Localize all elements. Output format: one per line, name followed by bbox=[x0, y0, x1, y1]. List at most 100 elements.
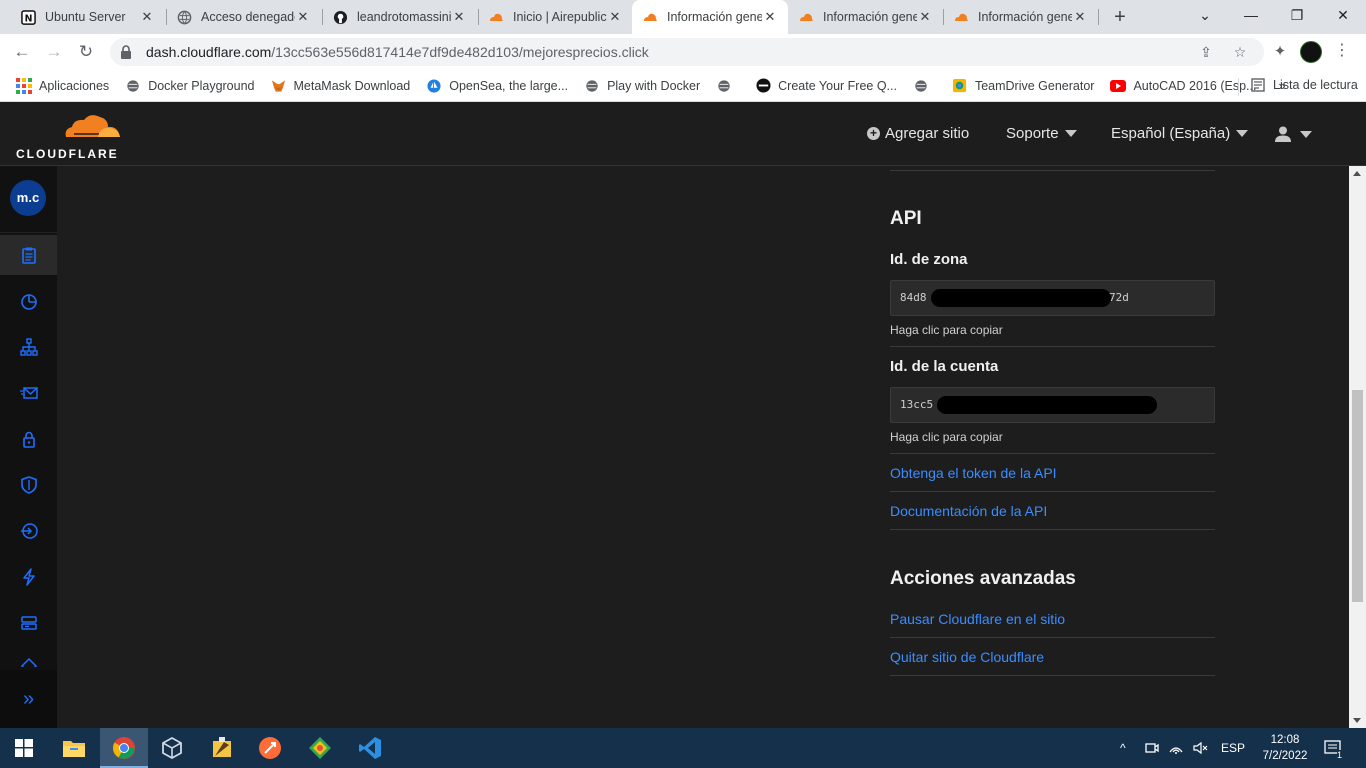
pause-cloudflare-link[interactable]: Pausar Cloudflare en el sitio bbox=[890, 611, 1065, 627]
bookmark-item[interactable]: Create Your Free Q... bbox=[755, 78, 897, 94]
close-icon[interactable]: ✕ bbox=[295, 9, 311, 25]
bookmark-item[interactable] bbox=[716, 78, 739, 94]
sidebar-item-dns[interactable] bbox=[0, 327, 57, 367]
sidebar-item-workers[interactable] bbox=[0, 649, 57, 669]
remove-site-link[interactable]: Quitar sitio de Cloudflare bbox=[890, 649, 1044, 665]
taskbar-app-paint[interactable] bbox=[198, 728, 246, 768]
server-stack-icon bbox=[20, 616, 37, 630]
sidebar-item-access[interactable] bbox=[0, 511, 57, 551]
api-docs-link[interactable]: Documentación de la API bbox=[890, 503, 1047, 519]
globe-icon bbox=[176, 9, 192, 25]
restore-button[interactable]: ❐ bbox=[1274, 0, 1320, 30]
forward-button[interactable]: → bbox=[42, 40, 66, 64]
add-site-button[interactable]: + Agregar sitio bbox=[867, 125, 969, 142]
sidebar-item-overview[interactable] bbox=[0, 235, 57, 275]
tab-search-icon[interactable]: ⌄ bbox=[1182, 0, 1228, 30]
bookmarks-bar: Aplicaciones Docker Playground MetaMask … bbox=[0, 70, 1366, 102]
tray-chevron-up-icon[interactable]: ^ bbox=[1120, 728, 1126, 768]
bookmark-label: Create Your Free Q... bbox=[778, 78, 897, 93]
sidebar-item-email[interactable] bbox=[0, 373, 57, 413]
taskbar-virtualbox[interactable] bbox=[148, 728, 196, 768]
share-icon[interactable]: ⇪ bbox=[1196, 42, 1216, 62]
browser-tab[interactable]: N Ubuntu Server ✕ bbox=[10, 0, 165, 34]
minimize-button[interactable]: — bbox=[1228, 0, 1274, 30]
bookmark-apps[interactable]: Aplicaciones bbox=[16, 77, 109, 94]
close-icon[interactable]: ✕ bbox=[451, 9, 467, 25]
bookmark-item[interactable]: OpenSea, the large... bbox=[426, 78, 568, 94]
language-dropdown[interactable]: Español (España) bbox=[1111, 125, 1249, 142]
bookmark-item[interactable] bbox=[913, 78, 936, 94]
bookmark-star-icon[interactable]: ☆ bbox=[1230, 42, 1250, 62]
browser-tab[interactable]: Acceso denegado ✕ bbox=[166, 0, 321, 34]
taskbar-file-explorer[interactable] bbox=[50, 728, 98, 768]
bookmark-item[interactable]: MetaMask Download bbox=[271, 78, 410, 94]
close-icon[interactable]: ✕ bbox=[917, 9, 933, 25]
browser-tab[interactable]: Información gene ✕ bbox=[943, 0, 1098, 34]
windows-taskbar: ^ ESP 12:08 7/2/2022 1 bbox=[0, 728, 1366, 768]
sidebar-item-security[interactable] bbox=[0, 465, 57, 505]
globe-icon bbox=[125, 78, 141, 94]
scroll-up-icon[interactable] bbox=[1353, 171, 1361, 176]
scroll-down-icon[interactable] bbox=[1353, 718, 1361, 723]
bookmark-item[interactable]: Docker Playground bbox=[125, 78, 255, 94]
menu-icon[interactable]: ⋮ bbox=[1334, 40, 1350, 60]
taskbar-chrome[interactable] bbox=[100, 728, 148, 768]
bookmark-item[interactable]: AutoCAD 2016 (Esp... bbox=[1110, 78, 1256, 94]
browser-tab[interactable]: Inicio | Airepublic ✕ bbox=[478, 0, 633, 34]
postman-icon bbox=[259, 737, 281, 759]
close-icon[interactable]: ✕ bbox=[139, 9, 155, 25]
get-api-token-link[interactable]: Obtenga el token de la API bbox=[890, 465, 1057, 481]
chrome-icon bbox=[113, 737, 135, 759]
sidebar-item-ssl[interactable] bbox=[0, 419, 57, 459]
bookmark-label: TeamDrive Generator bbox=[974, 78, 1095, 93]
cloudflare-icon bbox=[642, 9, 658, 25]
account-id-field[interactable]: 13cc5 bbox=[890, 387, 1215, 423]
browser-tab-strip: N Ubuntu Server ✕ Acceso denegado ✕ lean… bbox=[0, 0, 1366, 34]
close-icon[interactable]: ✕ bbox=[607, 9, 623, 25]
page-scrollbar[interactable] bbox=[1349, 166, 1366, 728]
teamdrive-icon bbox=[952, 78, 968, 94]
sidebar-item-analytics[interactable] bbox=[0, 281, 57, 321]
close-icon[interactable]: ✕ bbox=[762, 9, 778, 25]
reading-list-button[interactable]: Lista de lectura bbox=[1250, 77, 1358, 93]
tray-wifi-icon[interactable] bbox=[1168, 728, 1184, 768]
vscode-icon bbox=[359, 737, 381, 759]
account-id-prefix: 13cc5 bbox=[900, 398, 934, 411]
expand-sidebar-button[interactable]: » bbox=[0, 670, 57, 728]
support-dropdown[interactable]: Soporte bbox=[1006, 125, 1077, 142]
window-close-button[interactable]: ✕ bbox=[1320, 0, 1366, 30]
taskbar-gitkraken[interactable] bbox=[296, 728, 344, 768]
notifications-button[interactable]: 1 bbox=[1324, 728, 1344, 768]
bookmark-item[interactable]: TeamDrive Generator bbox=[952, 78, 1095, 94]
tray-volume-muted-icon[interactable] bbox=[1192, 728, 1208, 768]
extensions-icon[interactable]: ✦ bbox=[1268, 40, 1292, 64]
browser-tab-active[interactable]: Información gene ✕ bbox=[632, 0, 788, 34]
browser-tab[interactable]: Información gene ✕ bbox=[788, 0, 943, 34]
sign-in-icon bbox=[20, 523, 38, 539]
lock-icon[interactable] bbox=[120, 45, 134, 59]
cube-icon bbox=[162, 737, 182, 759]
bookmark-label: OpenSea, the large... bbox=[449, 78, 569, 93]
sidebar-item-speed[interactable] bbox=[0, 557, 57, 597]
taskbar-postman[interactable] bbox=[246, 728, 294, 768]
taskbar-vscode[interactable] bbox=[346, 728, 394, 768]
cloudflare-logo[interactable]: CLOUDFLARE bbox=[16, 113, 126, 161]
bookmark-item[interactable]: Play with Docker bbox=[584, 78, 700, 94]
new-tab-button[interactable]: + bbox=[1108, 5, 1132, 29]
address-bar[interactable]: dash.cloudflare.com/13cc563e556d817414e7… bbox=[110, 38, 1264, 66]
close-icon[interactable]: ✕ bbox=[1072, 9, 1088, 25]
start-button[interactable] bbox=[0, 728, 48, 768]
clock[interactable]: 12:08 7/2/2022 bbox=[1250, 732, 1320, 764]
sidebar-item-caching[interactable] bbox=[0, 603, 57, 643]
avatar[interactable] bbox=[1300, 41, 1322, 63]
reload-button[interactable]: ↻ bbox=[74, 40, 98, 64]
account-avatar[interactable]: m.c bbox=[10, 180, 46, 216]
user-menu[interactable] bbox=[1274, 125, 1312, 143]
input-language[interactable]: ESP bbox=[1221, 728, 1245, 768]
browser-tab[interactable]: leandrotomassini ✕ bbox=[322, 0, 477, 34]
back-button[interactable]: ← bbox=[10, 40, 34, 64]
scrollbar-thumb[interactable] bbox=[1352, 390, 1363, 602]
zone-id-field[interactable]: 84d8 72d bbox=[890, 280, 1215, 316]
tray-meet-icon[interactable] bbox=[1144, 728, 1160, 768]
zone-id-prefix: 84d8 bbox=[900, 291, 927, 304]
